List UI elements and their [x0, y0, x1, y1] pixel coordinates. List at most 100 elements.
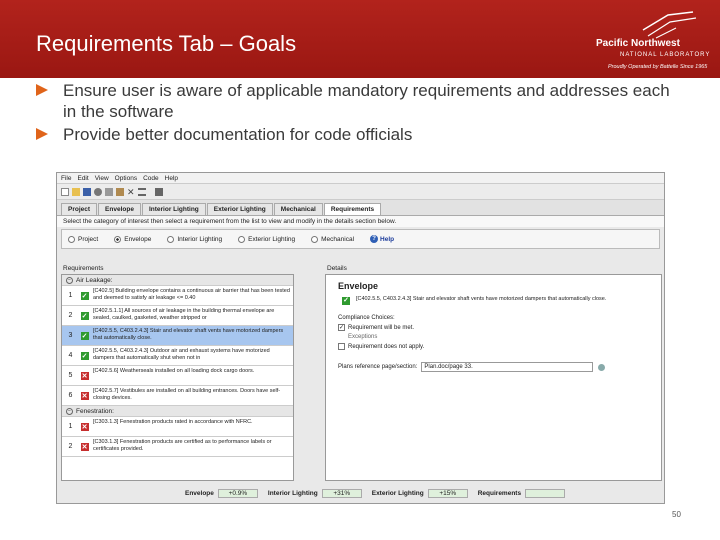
group-label: Fenestration:: [76, 407, 114, 415]
checkbox-label: Requirement will be met.: [348, 324, 415, 331]
plans-reference-input[interactable]: Plan.doc/page 33.: [421, 362, 594, 372]
menu-help[interactable]: Help: [165, 175, 178, 182]
bullet-list: Ensure user is aware of applicable manda…: [36, 80, 676, 147]
group-header-fenestration[interactable]: − Fenestration:: [62, 406, 293, 417]
exceptions-label: Exceptions: [348, 334, 378, 340]
app-window: File Edit View Options Code Help ✕ Proje…: [56, 172, 665, 504]
error-x-icon: ✕: [80, 391, 89, 400]
does-not-apply-checkbox[interactable]: Requirement does not apply.: [338, 343, 661, 350]
table-row[interactable]: 2 ✕ [C303.1.3] Fenestration products are c…: [62, 437, 293, 457]
checkbox-icon: [338, 343, 345, 350]
details-requirement-text: [C402.5.5, C403.2.4.3] Stair and elevato…: [356, 296, 607, 302]
tab-envelope[interactable]: Envelope: [98, 203, 141, 215]
logo-subtitle: NATIONAL LABORATORY: [620, 52, 711, 58]
status-envelope-label: Envelope: [185, 489, 214, 497]
requirement-text: [C402.5.7] Vestibules are installed on a…: [93, 388, 281, 401]
tab-project[interactable]: Project: [61, 203, 98, 215]
check-icon: ✓: [342, 297, 350, 305]
radio-circle-icon: [114, 235, 122, 243]
tab-requirements[interactable]: Requirements: [323, 203, 382, 215]
new-file-icon[interactable]: [61, 187, 69, 196]
status-exterior-label: Exterior Lighting: [371, 489, 424, 497]
paste-icon[interactable]: [116, 187, 124, 196]
table-row[interactable]: 6 ✕ [C402.5.7] Vestibules are installed on…: [62, 386, 293, 406]
row-number: 2: [68, 443, 73, 450]
print-icon[interactable]: [155, 187, 163, 196]
radio-circle-icon: [68, 235, 75, 243]
tab-exterior-lighting[interactable]: Exterior Lighting: [206, 203, 273, 215]
open-folder-icon[interactable]: [72, 187, 80, 196]
browse-icon[interactable]: [598, 363, 606, 371]
radio-mechanical[interactable]: Mechanical: [311, 235, 355, 243]
row-number: 1: [68, 292, 73, 299]
tab-bar: Project Envelope Interior Lighting Exter…: [57, 200, 664, 215]
requirement-text: [C402.5.6] Weatherseals installed on all…: [93, 368, 255, 374]
checkbox-checked-icon: ✓: [338, 324, 345, 331]
radio-label: Exterior Lighting: [248, 235, 296, 243]
tab-mechanical[interactable]: Mechanical: [273, 203, 323, 215]
requirements-panel: Requirements − Air Leakage: 1 ✓ [C402.5] Bu…: [61, 263, 294, 483]
row-number: 6: [68, 392, 73, 399]
collapse-icon[interactable]: −: [66, 276, 73, 284]
menu-file[interactable]: File: [61, 175, 71, 182]
table-row[interactable]: 4 ✓ [C402.5.5, C403.2.4.3] Outdoor air and…: [62, 346, 293, 366]
menu-options[interactable]: Options: [115, 175, 137, 182]
radio-envelope[interactable]: Envelope: [114, 235, 152, 243]
radio-interior-lighting[interactable]: Interior Lighting: [167, 235, 222, 243]
slide-header: Requirements Tab – Goals Pacific Northwe…: [0, 0, 720, 78]
radio-exterior-lighting[interactable]: Exterior Lighting: [238, 235, 296, 243]
status-requirements-value: [525, 488, 566, 498]
bullet-arrow-icon: [36, 128, 48, 140]
status-requirements-label: Requirements: [477, 489, 522, 497]
table-row[interactable]: 1 ✕ [C303.1.3] Fenestration products rated…: [62, 417, 293, 437]
collapse-icon[interactable]: −: [66, 407, 73, 415]
save-icon[interactable]: [83, 187, 91, 196]
radio-label: Mechanical: [321, 235, 355, 243]
table-row[interactable]: 1 ✓ [C402.5] Building envelope contains a …: [62, 286, 293, 306]
list-icon[interactable]: [138, 187, 146, 196]
menu-bar: File Edit View Options Code Help: [57, 173, 664, 184]
group-header-air-leakage[interactable]: − Air Leakage:: [62, 275, 293, 286]
status-interior-label: Interior Lighting: [267, 489, 318, 497]
menu-view[interactable]: View: [95, 175, 109, 182]
help-button[interactable]: ? Help: [370, 235, 394, 243]
copy-icon[interactable]: [105, 187, 113, 196]
requirement-text: [C402.5] Building envelope contains a co…: [93, 288, 290, 301]
compliance-label: Compliance Choices:: [338, 315, 395, 321]
group-label: Air Leakage:: [76, 276, 113, 284]
help-label: Help: [380, 235, 395, 243]
table-row[interactable]: 5 ✕ [C402.5.6] Weatherseals installed on a…: [62, 366, 293, 386]
error-x-icon: ✕: [80, 422, 89, 431]
radio-label: Project: [78, 235, 99, 243]
check-icon: ✓: [80, 291, 89, 300]
radio-label: Envelope: [124, 235, 152, 243]
row-number: 5: [68, 372, 73, 379]
table-row[interactable]: 3 ✓ [C402.5.5, C403.2.4.3] Stair and eleva…: [62, 326, 293, 346]
logo-mark-icon: [642, 11, 697, 39]
pnnl-logo: Pacific Northwest NATIONAL LABORATORY Pr…: [590, 10, 712, 72]
menu-edit[interactable]: Edit: [77, 175, 88, 182]
cut-icon[interactable]: [94, 187, 102, 196]
requirements-list[interactable]: − Air Leakage: 1 ✓ [C402.5] Building envelo…: [61, 274, 294, 481]
slide-title: Requirements Tab – Goals: [36, 31, 297, 56]
details-label: Details: [327, 265, 347, 272]
status-exterior-value: +15%: [427, 488, 468, 498]
bullet-item: Ensure user is aware of applicable manda…: [36, 80, 676, 122]
radio-project[interactable]: Project: [68, 235, 99, 243]
radio-circle-icon: [167, 235, 175, 243]
status-bar: Envelope +0.9% Interior Lighting +31% Ex…: [185, 487, 575, 499]
table-row[interactable]: 2 ✓ [C402.5.1.1] All sources of air leakag…: [62, 306, 293, 326]
check-icon: ✓: [80, 331, 89, 340]
error-x-icon: ✕: [80, 371, 89, 380]
help-icon: ?: [370, 235, 379, 243]
tab-interior-lighting[interactable]: Interior Lighting: [141, 203, 206, 215]
plans-label: Plans reference page/section:: [338, 364, 418, 370]
bullet-item: Provide better documentation for code of…: [36, 124, 676, 145]
check-icon: ✓: [80, 351, 89, 360]
status-interior-value: +31%: [321, 488, 362, 498]
delete-icon[interactable]: ✕: [127, 187, 135, 196]
requirement-met-checkbox[interactable]: ✓ Requirement will be met.: [338, 324, 661, 331]
menu-code[interactable]: Code: [143, 175, 159, 182]
requirement-text: [C402.5.1.1] All sources of air leakage …: [93, 308, 275, 321]
row-number: 2: [68, 312, 73, 319]
